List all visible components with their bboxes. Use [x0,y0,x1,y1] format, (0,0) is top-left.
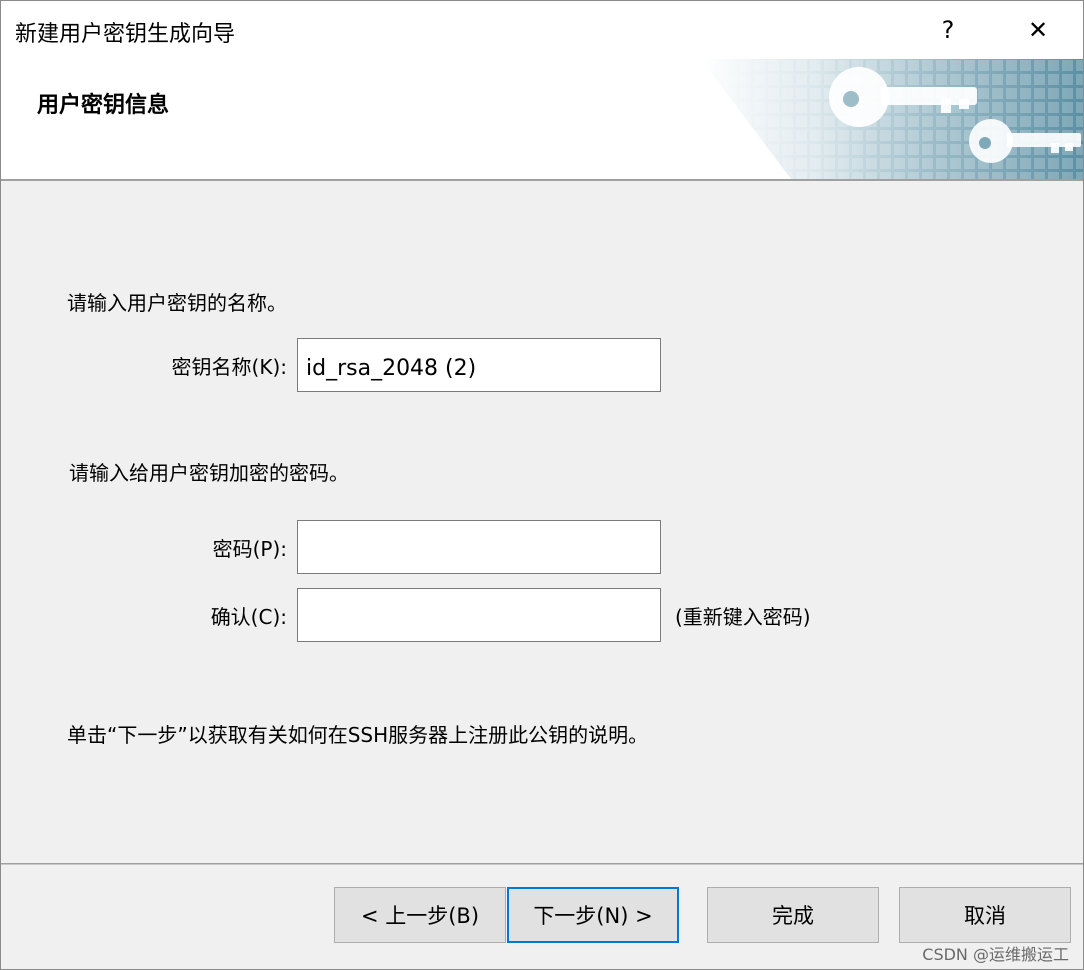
password-prompt: 请输入给用户密钥加密的密码。 [69,461,349,485]
password-label: 密码(P): [212,537,287,561]
key-name-input[interactable] [297,338,661,392]
next-step-info: 单击“下一步”以获取有关如何在SSH服务器上注册此公钥的说明。 [67,723,649,747]
keys-banner-icon [641,59,1083,179]
cancel-button[interactable]: 取消 [899,887,1071,943]
watermark: CSDN @运维搬运工 [922,945,1069,964]
footer-divider [1,863,1083,865]
close-button[interactable]: ✕ [993,1,1083,59]
wizard-dialog: 新建用户密钥生成向导 ? ✕ 用户密钥信息 请输入用户密钥的名称。 密钥名称(K… [0,0,1084,970]
confirm-password-input[interactable] [297,588,661,642]
confirm-hint: (重新键入密码) [675,605,811,629]
key-name-label: 密钥名称(K): [171,355,287,379]
page-title: 用户密钥信息 [37,93,170,118]
help-icon: ? [941,16,955,44]
confirm-label: 确认(C): [210,605,287,629]
password-input[interactable] [297,520,661,574]
title-bar: 新建用户密钥生成向导 ? ✕ [1,1,1083,59]
window-title: 新建用户密钥生成向导 [15,22,236,47]
back-button[interactable]: < 上一步(B) [334,887,506,943]
wizard-header: 用户密钥信息 [1,59,1083,181]
close-icon: ✕ [1027,16,1049,44]
help-button[interactable]: ? [903,1,993,59]
key-name-prompt: 请输入用户密钥的名称。 [67,291,287,315]
finish-button[interactable]: 完成 [707,887,879,943]
next-button[interactable]: 下一步(N) > [507,887,679,943]
